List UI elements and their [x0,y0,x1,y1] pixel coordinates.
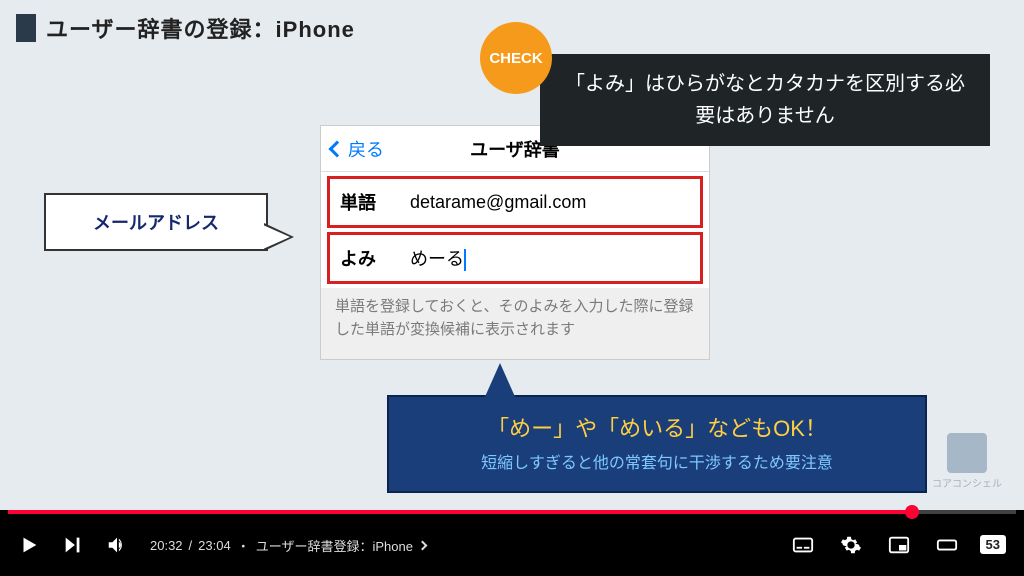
yomi-field-label: よみ [340,245,410,271]
yomi-field[interactable]: よみ めーる [327,232,703,284]
controls-left: 20:32 / 23:04 ・ ユーザー辞書登録：iPhone [18,534,426,556]
word-field-label: 単語 [340,189,410,215]
chevron-left-icon [329,140,346,157]
settings-button[interactable] [840,534,862,556]
callout-dark-note: 「よみ」はひらがなとカタカナを区別する必要はありません [540,54,990,146]
slide-title-bar: ユーザー辞書の登録：iPhone [16,12,355,44]
chapter-title[interactable]: ユーザー辞書登録：iPhone [256,536,413,555]
volume-button[interactable] [106,534,128,556]
iphone-dictionary-screen: 戻る ユーザ辞書 単語 detarame@gmail.com よみ めーる 単語… [320,125,710,360]
tip-line2: 短縮しすぎると他の常套句に干渉するため要注意 [407,449,907,473]
hint-text: 単語を登録しておくと、そのよみを入力した際に登録した単語が変換候補に表示されます [321,288,709,359]
duration: 23:04 [198,538,231,553]
time-display: 20:32 / 23:04 ・ ユーザー辞書登録：iPhone [150,536,426,555]
yomi-field-value: めーる [410,245,466,271]
player-controls: 20:32 / 23:04 ・ ユーザー辞書登録：iPhone [0,514,1024,576]
subtitles-button[interactable] [792,534,814,556]
callout-blue-tip: 「めー」や「めいる」などもOK！ 短縮しすぎると他の常套句に干渉するため要注意 [387,395,927,493]
play-button[interactable] [18,534,40,556]
word-field-value: detarame@gmail.com [410,192,586,213]
brand-text: コアコンシェル [932,475,1002,490]
next-button[interactable] [62,534,84,556]
back-label: 戻る [348,136,384,162]
text-cursor [464,249,466,271]
tip-line1: 「めー」や「めいる」などもOK！ [407,411,907,443]
callout-email-label: メールアドレス [44,193,268,251]
back-button[interactable]: 戻る [331,136,384,162]
skip-ad-indicator[interactable]: 53 [980,535,1006,554]
current-time: 20:32 [150,538,183,553]
brand-icon [947,433,987,473]
word-field[interactable]: 単語 detarame@gmail.com [327,176,703,228]
chevron-right-icon [418,540,428,550]
brand-watermark: コアコンシェル [932,433,1002,490]
video-slide: ユーザー辞書の登録：iPhone CHECK 「よみ」はひらがなとカタカナを区別… [0,0,1024,510]
theater-mode-button[interactable] [936,534,958,556]
title-decoration [16,14,36,42]
slide-title: ユーザー辞書の登録：iPhone [46,12,355,44]
check-badge: CHECK [480,22,552,94]
miniplayer-button[interactable] [888,534,910,556]
controls-right [792,534,1006,556]
